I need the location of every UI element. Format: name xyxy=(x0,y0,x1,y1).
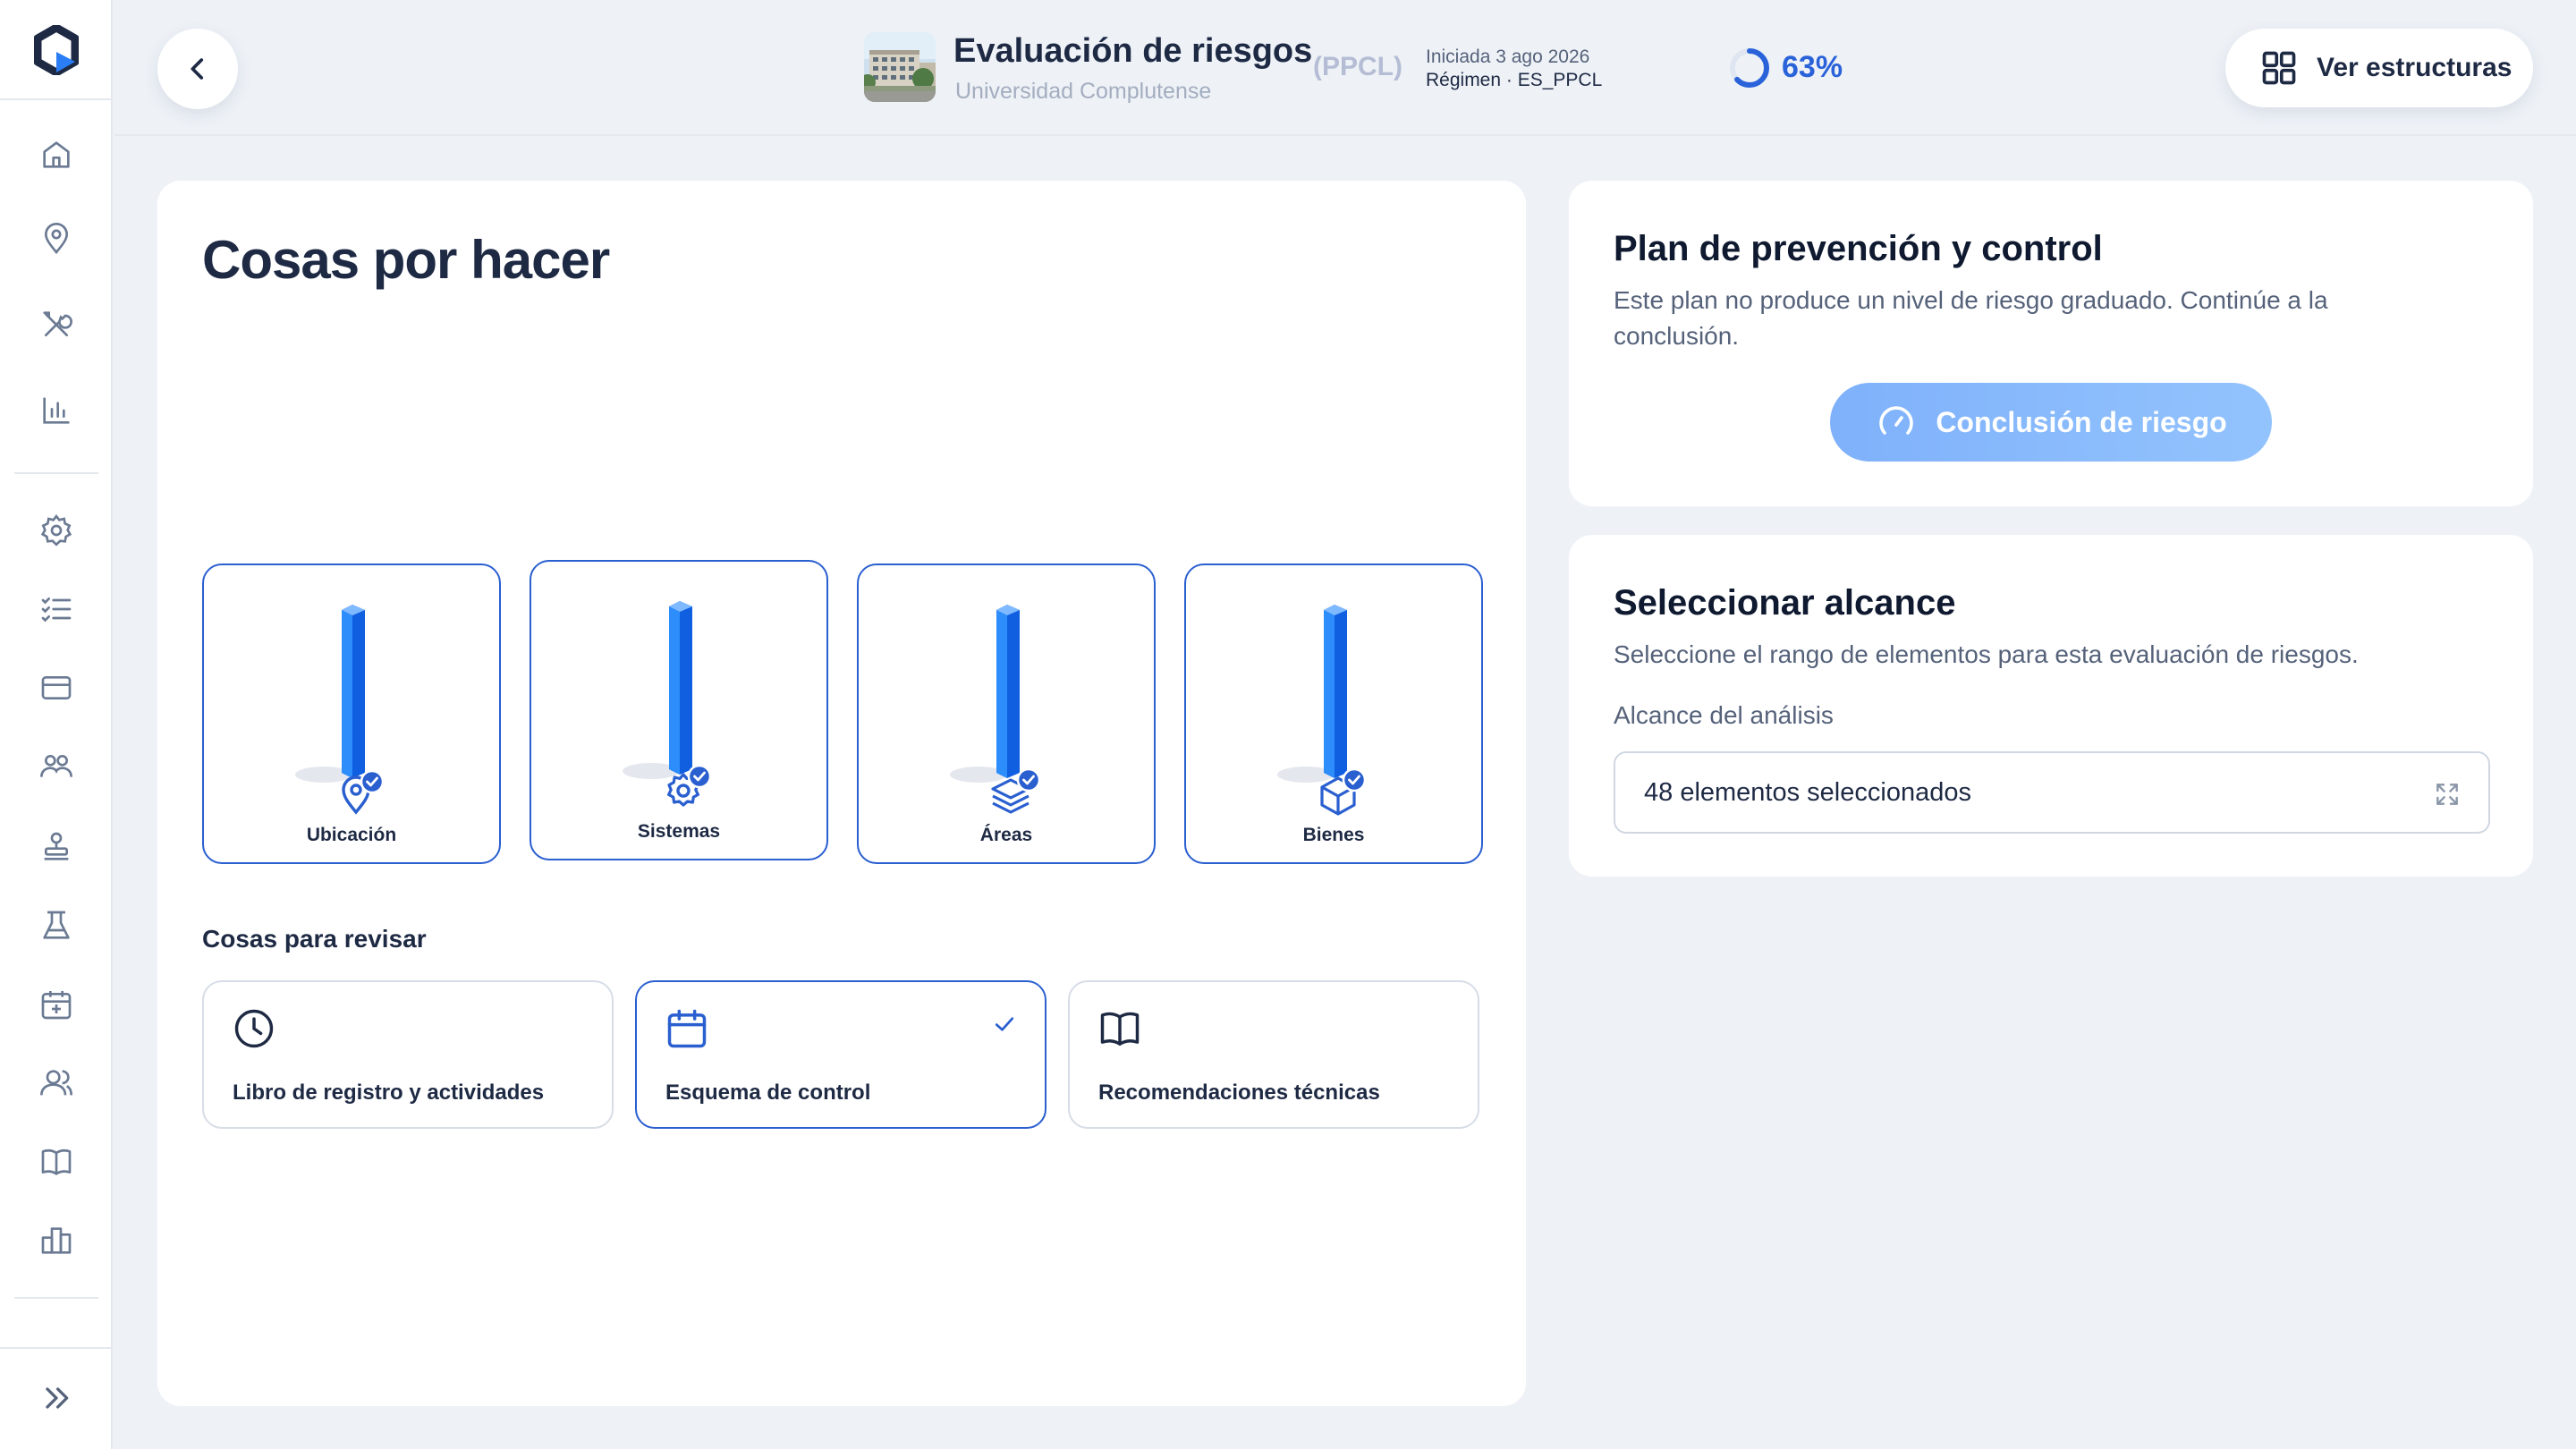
view-structures-label: Ver estructuras xyxy=(2317,53,2512,82)
sidebar-item-library[interactable] xyxy=(34,1140,79,1184)
sidebar-item-billing[interactable] xyxy=(34,665,79,710)
regime-code-badge: (PPCL) xyxy=(1313,52,1402,81)
building-thumbnail xyxy=(864,32,936,102)
sidebar-item-lab[interactable] xyxy=(34,903,79,948)
sidebar-item-analytics[interactable] xyxy=(34,388,79,433)
grid-icon xyxy=(2262,51,2296,85)
sidebar-divider xyxy=(14,472,98,474)
tile-label: Sistemas xyxy=(637,821,721,842)
chevron-left-icon xyxy=(191,58,204,80)
app-logo[interactable] xyxy=(33,23,80,77)
plan-card: Plan de prevención y control Este plan n… xyxy=(1569,181,2533,506)
regime-label: Régimen · ES_PPCL xyxy=(1426,70,1603,90)
todo-title: Cosas por hacer xyxy=(202,230,610,290)
expand-icon xyxy=(2436,784,2458,805)
back-button[interactable] xyxy=(157,29,238,109)
book-icon xyxy=(1100,1012,1140,1046)
sidebar-item-checklist[interactable] xyxy=(34,587,79,631)
double-chevron-right-icon xyxy=(46,1387,69,1409)
tile-assets[interactable]: Bienes xyxy=(1184,564,1483,864)
start-date: Iniciada 3 ago 2026 xyxy=(1426,47,1590,67)
sidebar-divider xyxy=(0,98,113,100)
home-icon xyxy=(43,141,70,168)
organization-name: Universidad Complutense xyxy=(955,79,1212,104)
clock-icon xyxy=(234,1009,274,1048)
sidebar-divider xyxy=(14,1297,98,1299)
users-icon xyxy=(40,1070,72,1096)
review-card-control-scheme[interactable]: Esquema de control xyxy=(635,980,1046,1129)
plan-title: Plan de prevención y control xyxy=(1614,229,2103,268)
sidebar-divider xyxy=(0,1347,113,1349)
stamp-icon xyxy=(44,832,69,860)
progress-bar-3d xyxy=(295,605,365,783)
progress-bar-3d xyxy=(950,605,1020,783)
location-pin-icon xyxy=(342,769,385,815)
book-icon xyxy=(41,1148,72,1175)
plan-description: Este plan no produce un nivel de riesgo … xyxy=(1614,286,2328,350)
sidebar-expand-button[interactable] xyxy=(34,1376,79,1420)
sidebar-item-tools[interactable] xyxy=(34,302,79,347)
tile-systems[interactable]: Sistemas xyxy=(530,560,828,860)
todo-card: Cosas por hacer Ubicación Sistemas Áreas… xyxy=(157,181,1526,1406)
credit-card-icon xyxy=(41,676,72,699)
sidebar-item-home[interactable] xyxy=(34,132,79,177)
view-structures-button[interactable]: Ver estructuras xyxy=(2225,29,2533,107)
progress-percent: 63% xyxy=(1782,50,1843,84)
progress-bar-3d xyxy=(623,601,692,779)
flask-icon xyxy=(43,911,70,939)
gear-icon xyxy=(667,764,712,807)
review-card-logbook[interactable]: Libro de registro y actividades xyxy=(202,980,614,1129)
calendar-plus-icon xyxy=(41,991,72,1020)
gear-icon xyxy=(40,514,72,547)
layers-icon xyxy=(991,767,1041,814)
sidebar-item-location[interactable] xyxy=(34,216,79,261)
sidebar-item-settings[interactable] xyxy=(34,508,79,553)
bar-chart-icon xyxy=(43,397,70,424)
gauge-icon xyxy=(1879,406,1914,435)
review-card-recommendations[interactable]: Recomendaciones técnicas xyxy=(1068,980,1479,1129)
scope-card: Seleccionar alcance Seleccione el rango … xyxy=(1569,535,2533,877)
tile-areas[interactable]: Áreas xyxy=(857,564,1156,864)
risk-conclusion-label: Conclusión de riesgo xyxy=(1936,405,2227,438)
review-card-label: Esquema de control xyxy=(665,1080,871,1105)
review-section-label: Cosas para revisar xyxy=(202,925,427,953)
sidebar xyxy=(0,0,113,1449)
location-pin-icon xyxy=(44,223,69,255)
tile-label: Ubicación xyxy=(306,825,397,845)
checkmark-icon xyxy=(995,1017,1014,1031)
top-header: Evaluación de riesgos Universidad Complu… xyxy=(114,0,2576,136)
sidebar-item-teams[interactable] xyxy=(34,744,79,789)
risk-conclusion-button[interactable]: Conclusión de riesgo xyxy=(1830,383,2272,462)
calendar-icon xyxy=(667,1009,707,1048)
sidebar-item-reports[interactable] xyxy=(34,1218,79,1263)
scope-description: Seleccione el rango de elementos para es… xyxy=(1614,640,2359,668)
scope-selector-field[interactable]: 48 elementos seleccionados xyxy=(1614,751,2490,834)
review-card-label: Recomendaciones técnicas xyxy=(1098,1080,1380,1105)
scope-field-label: Alcance del análisis xyxy=(1614,701,1834,729)
building-chart-icon xyxy=(41,1227,72,1254)
tools-icon xyxy=(43,311,72,336)
progress-bar-3d xyxy=(1277,605,1347,783)
sidebar-item-approvals[interactable] xyxy=(34,825,79,869)
checklist-icon xyxy=(41,597,72,623)
sidebar-item-calendar[interactable] xyxy=(34,982,79,1027)
page-title: Evaluación de riesgos xyxy=(953,32,1313,70)
group-icon xyxy=(40,755,72,777)
tile-label: Áreas xyxy=(979,825,1033,845)
tile-label: Bienes xyxy=(1302,825,1365,845)
cube-icon xyxy=(1320,767,1367,816)
scope-selector-value: 48 elementos seleccionados xyxy=(1644,778,1971,807)
sidebar-item-users[interactable] xyxy=(34,1061,79,1106)
progress-ring xyxy=(1730,48,1769,88)
scope-title: Seleccionar alcance xyxy=(1614,583,1956,623)
tile-location[interactable]: Ubicación xyxy=(202,564,501,864)
review-card-label: Libro de registro y actividades xyxy=(233,1080,545,1105)
